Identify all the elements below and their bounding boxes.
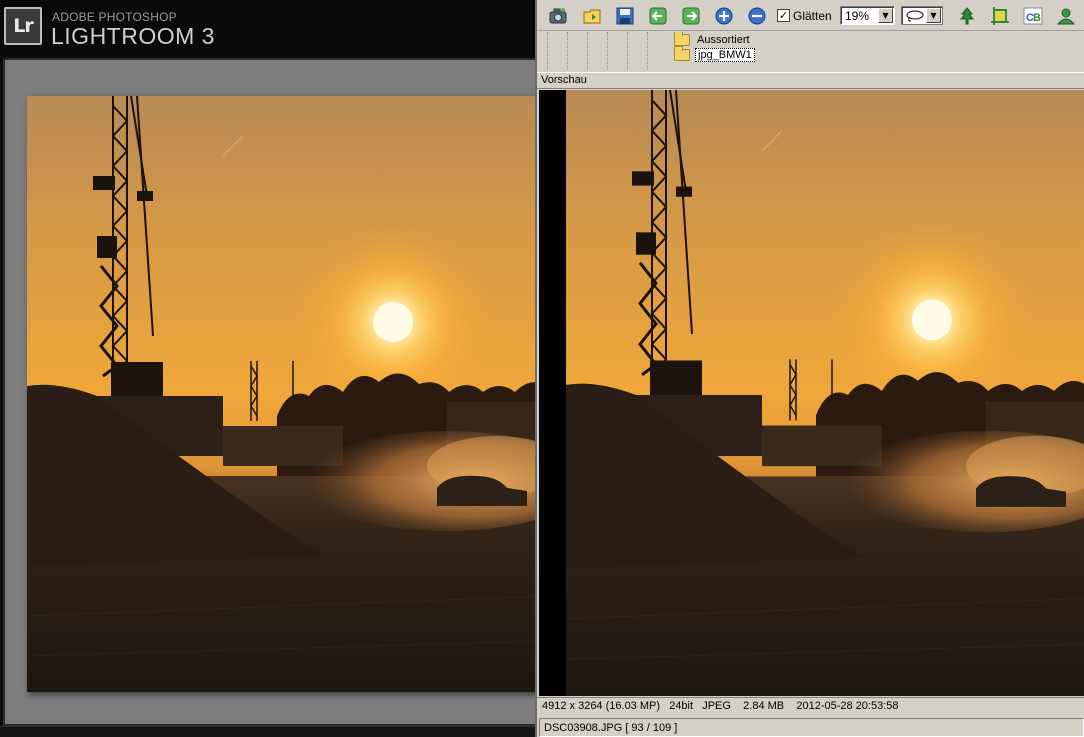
lightroom-photo[interactable] bbox=[27, 96, 535, 692]
tree-item-aussortiert[interactable]: Aussortiert bbox=[674, 32, 752, 48]
chevron-down-icon[interactable]: ▼ bbox=[878, 8, 893, 23]
selection-tool-dropdown[interactable]: ▼ bbox=[901, 6, 943, 25]
lightroom-loupe-view bbox=[3, 58, 535, 726]
chevron-down-icon[interactable]: ▼ bbox=[926, 8, 941, 23]
tree-item-label: jpg_BMW1 bbox=[695, 48, 755, 62]
image-info-statusbar: 4912 x 3264 (16.03 MP) 24bit JPEG 2.84 M… bbox=[537, 697, 1084, 714]
preview-photo[interactable] bbox=[566, 90, 1084, 696]
tree-guide-line bbox=[567, 32, 568, 70]
open-folder-icon[interactable] bbox=[581, 5, 603, 27]
preview-area[interactable] bbox=[539, 90, 1084, 696]
tree-item-jpg-bmw1[interactable]: jpg_BMW1 bbox=[674, 46, 755, 63]
folder-icon bbox=[674, 46, 690, 61]
smooth-label: Glätten bbox=[793, 9, 832, 23]
tree-guide-line bbox=[607, 32, 608, 70]
back-arrow-icon[interactable] bbox=[647, 5, 669, 27]
file-statusbar: DSC03908.JPG [ 93 / 109 ] bbox=[539, 718, 1084, 737]
lightroom-filmstrip-bar bbox=[0, 726, 535, 737]
smooth-checkbox[interactable]: ✓ bbox=[777, 9, 790, 22]
viewer-toolbar: ✓ Glätten 19% ▼ ▼ CB bbox=[537, 0, 1084, 31]
file-name-text: DSC03908.JPG [ 93 / 109 ] bbox=[544, 722, 678, 734]
tree-icon[interactable] bbox=[956, 5, 978, 27]
tree-guide-line bbox=[547, 32, 548, 70]
user-icon[interactable] bbox=[1055, 5, 1077, 27]
zoom-dropdown[interactable]: 19% ▼ bbox=[840, 6, 895, 25]
zoom-out-icon[interactable] bbox=[746, 5, 768, 27]
lightroom-logo-icon: Lr bbox=[4, 7, 42, 45]
lightroom-brand-top: ADOBE PHOTOSHOP bbox=[52, 10, 177, 24]
image-info-text: 4912 x 3264 (16.03 MP) 24bit JPEG 2.84 M… bbox=[542, 700, 899, 712]
tree-guide-line bbox=[627, 32, 628, 70]
sunset-photo bbox=[566, 90, 1084, 696]
save-icon[interactable] bbox=[614, 5, 636, 27]
lightroom-header: Lr ADOBE PHOTOSHOP LIGHTROOM 3 bbox=[0, 0, 535, 56]
crop-icon[interactable] bbox=[989, 5, 1011, 27]
folder-tree: Aussortiert jpg_BMW1 bbox=[537, 32, 1084, 70]
preview-panel-header: Vorschau bbox=[537, 72, 1084, 89]
zoom-value: 19% bbox=[845, 9, 870, 23]
color-balance-icon[interactable]: CB bbox=[1022, 5, 1044, 27]
sunset-photo bbox=[27, 96, 535, 692]
tree-guide-line bbox=[647, 32, 648, 70]
zoom-in-icon[interactable] bbox=[713, 5, 735, 27]
camera-icon[interactable] bbox=[547, 5, 569, 27]
forward-arrow-icon[interactable] bbox=[680, 5, 702, 27]
image-viewer-window: ✓ Glätten 19% ▼ ▼ CB Aussortiert jpg_BMW… bbox=[535, 0, 1084, 737]
lightroom-brand-main: LIGHTROOM 3 bbox=[51, 23, 215, 49]
tree-guide-line bbox=[587, 32, 588, 70]
tree-item-label: Aussortiert bbox=[697, 34, 750, 46]
folder-icon bbox=[674, 32, 690, 46]
lightroom-window: Lr ADOBE PHOTOSHOP LIGHTROOM 3 bbox=[0, 0, 535, 737]
preview-title: Vorschau bbox=[541, 74, 587, 86]
svg-text:B: B bbox=[1033, 12, 1041, 24]
lasso-icon bbox=[906, 10, 924, 22]
